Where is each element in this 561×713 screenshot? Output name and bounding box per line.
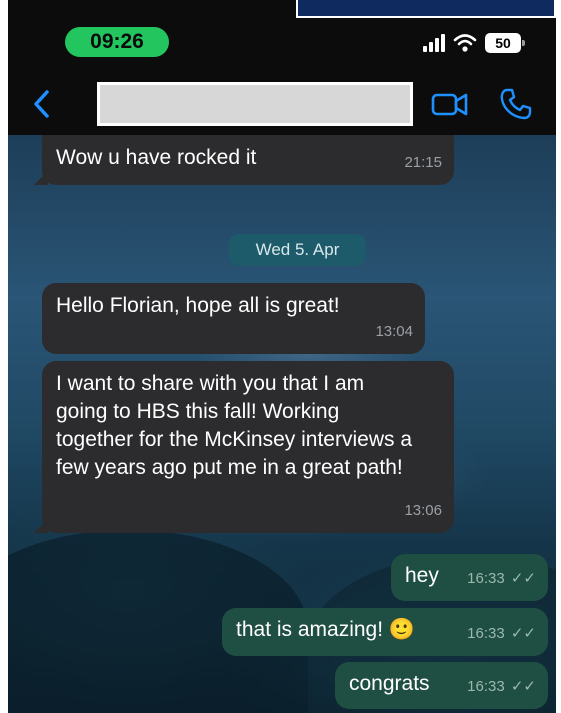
phone-screen: 09:26 50 Wow u have rocked it 21:15 Wed … — [8, 0, 556, 713]
voice-call-button[interactable] — [498, 86, 534, 122]
wifi-icon — [453, 34, 477, 52]
message-outgoing[interactable]: congrats 16:33 ✓✓ — [335, 662, 548, 709]
message-outgoing[interactable]: that is amazing! 🙂 16:33 ✓✓ — [222, 608, 548, 656]
message-text: that is amazing! 🙂 — [236, 618, 416, 641]
read-receipt-icon: ✓✓ — [510, 678, 536, 695]
video-call-button[interactable] — [430, 88, 470, 120]
read-receipt-icon: ✓✓ — [510, 570, 536, 587]
message-time: 16:33 ✓✓ — [467, 620, 536, 648]
message-text: congrats — [349, 672, 430, 695]
battery-indicator: 50 — [485, 33, 525, 53]
message-time: 16:33 ✓✓ — [467, 565, 536, 593]
message-incoming[interactable]: Hello Florian, hope all is great! 13:04 — [42, 283, 425, 354]
overlay-banner — [296, 0, 556, 18]
chevron-left-icon — [34, 90, 49, 118]
top-bar: 09:26 50 — [8, 0, 556, 135]
message-text: Hello Florian, hope all is great! — [56, 294, 340, 317]
video-camera-icon — [431, 93, 468, 116]
chat-area[interactable]: Wow u have rocked it 21:15 Wed 5. Apr He… — [8, 135, 556, 713]
phone-icon — [500, 88, 532, 120]
contact-name-redacted[interactable] — [97, 82, 413, 126]
status-time: 09:26 — [65, 27, 169, 57]
status-indicators: 50 — [423, 31, 525, 55]
message-time: 21:15 — [404, 154, 442, 171]
back-button[interactable] — [28, 88, 54, 120]
bubble-tail — [34, 171, 48, 185]
signal-icon — [423, 34, 445, 52]
date-separator: Wed 5. Apr — [229, 234, 366, 266]
time-value: 16:33 — [467, 570, 505, 587]
message-incoming[interactable]: I want to share with you that I am going… — [42, 361, 454, 533]
message-incoming[interactable]: Wow u have rocked it 21:15 — [42, 135, 454, 185]
message-text: hey — [405, 564, 439, 587]
message-time: 13:06 — [404, 502, 442, 519]
time-value: 16:33 — [467, 625, 505, 642]
message-outgoing[interactable]: hey 16:33 ✓✓ — [391, 554, 548, 601]
message-time: 13:04 — [375, 323, 413, 340]
message-text: Wow u have rocked it — [56, 146, 257, 169]
message-time: 16:33 ✓✓ — [467, 673, 536, 701]
message-text: I want to share with you that I am going… — [56, 372, 412, 479]
read-receipt-icon: ✓✓ — [510, 625, 536, 642]
time-value: 16:33 — [467, 678, 505, 695]
